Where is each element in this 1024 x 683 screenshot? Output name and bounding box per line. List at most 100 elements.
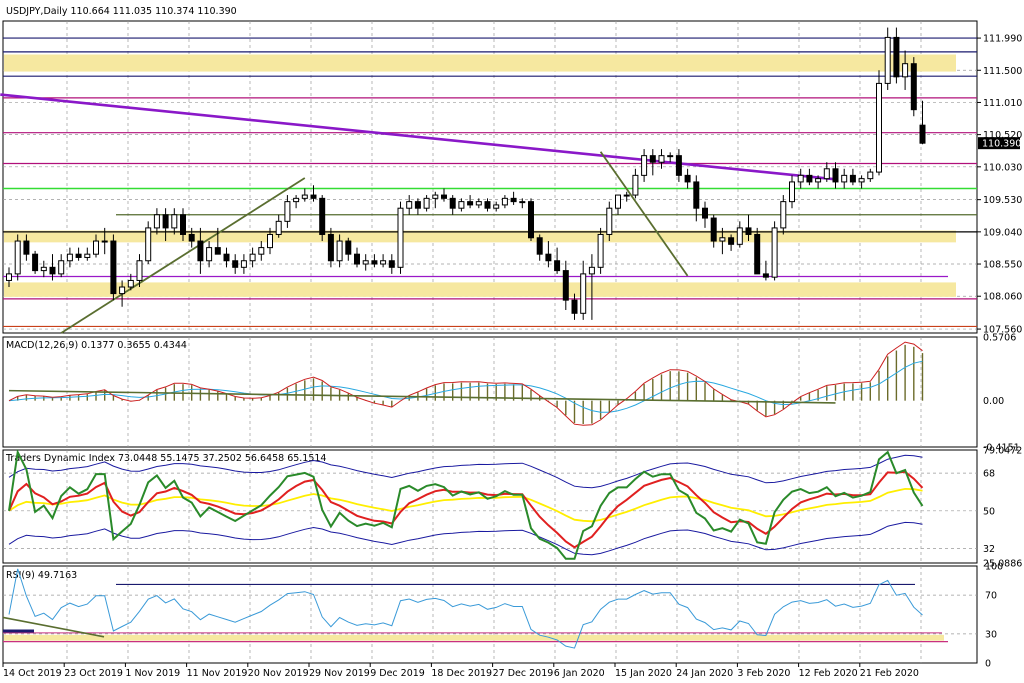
candle-body <box>188 233 195 242</box>
candle-body <box>867 171 874 180</box>
candle-body <box>536 237 543 255</box>
candle-body <box>910 63 917 111</box>
macd-title: MACD(12,26,9) 0.1377 0.3655 0.4344 <box>6 340 187 351</box>
candle-body <box>841 174 848 183</box>
candle-body <box>902 63 909 78</box>
candle-body <box>501 197 508 206</box>
candle-body <box>797 174 804 183</box>
candle-body <box>467 201 474 206</box>
date-tick-label: 14 Oct 2019 <box>3 668 62 679</box>
price-tick-label: 111.990 <box>983 34 1022 45</box>
candle-body <box>441 194 447 199</box>
date-tick-label: 11 Nov 2019 <box>187 668 248 679</box>
candle-body <box>110 240 117 295</box>
candle-body <box>397 207 404 268</box>
candle-body <box>815 178 822 183</box>
candle-body <box>771 227 778 278</box>
candle-body <box>736 227 743 245</box>
candle-body <box>249 253 256 262</box>
trading-chart: USDJPY,Daily 110.664 111.035 110.374 110… <box>0 0 1024 683</box>
candle-body <box>745 227 752 235</box>
price-tick-label: 108.060 <box>983 292 1022 303</box>
price-tick-label: 110.030 <box>983 162 1022 173</box>
date-tick-label: 23 Oct 2019 <box>64 668 123 679</box>
price-tick-label: 109.040 <box>983 227 1022 238</box>
candle-body <box>649 155 656 163</box>
support-resistance-zone <box>4 282 956 297</box>
candle-body <box>258 247 265 255</box>
rsi-zone <box>4 634 944 641</box>
candle-body <box>632 174 639 196</box>
candle-body <box>6 273 12 281</box>
candle-body <box>214 247 221 255</box>
candle-body <box>580 273 587 314</box>
candle-body <box>432 194 439 199</box>
candle-body <box>623 194 630 197</box>
candle-body <box>153 214 160 229</box>
candle-body <box>119 286 126 295</box>
date-tick-label: 20 Nov 2019 <box>248 668 309 679</box>
candle-body <box>667 155 674 158</box>
candle-body <box>449 197 456 209</box>
candle-body <box>780 201 787 229</box>
candle-body <box>388 260 395 268</box>
candle-body <box>310 194 317 199</box>
candle-body <box>658 155 665 163</box>
candle-body <box>849 174 856 183</box>
date-tick-label: 12 Feb 2020 <box>799 668 858 679</box>
price-tick-label: 111.500 <box>983 66 1022 77</box>
candle-body <box>206 247 213 262</box>
candle-body <box>319 197 326 235</box>
candle-body <box>93 240 99 255</box>
date-tick-label: 3 Feb 2020 <box>737 668 790 679</box>
candle-body <box>710 217 717 242</box>
date-tick-label: 15 Jan 2020 <box>615 668 672 679</box>
candle-body <box>49 266 56 275</box>
candle-body <box>354 253 360 265</box>
candle-body <box>806 174 813 183</box>
tdi-tick-label: 79.0472 <box>983 446 1022 457</box>
candle-body <box>484 201 491 209</box>
candle-body <box>423 197 430 209</box>
candle-body <box>275 220 282 235</box>
candle-body <box>136 260 143 281</box>
date-tick-label: 6 Jan 2020 <box>554 668 605 679</box>
date-tick-label: 21 Feb 2020 <box>860 668 919 679</box>
price-tick-label: 108.550 <box>983 260 1022 271</box>
candle-body <box>162 214 169 229</box>
candle-body <box>362 260 369 265</box>
candle-body <box>475 201 482 206</box>
chart-title: USDJPY,Daily 110.664 111.035 110.374 110… <box>6 6 237 17</box>
candle-body <box>876 82 882 173</box>
candle-body <box>588 266 595 275</box>
candle-body <box>232 260 239 268</box>
macd-tick-label: 0.00 <box>983 396 1004 407</box>
candle-body <box>562 270 569 301</box>
candle-body <box>675 155 682 176</box>
candle-body <box>762 273 769 278</box>
candle-body <box>145 227 152 262</box>
candle-body <box>919 124 926 144</box>
candle-body <box>284 201 291 222</box>
candle-body <box>180 214 186 235</box>
candle-body <box>84 253 91 258</box>
candle-body <box>40 266 47 272</box>
candle-body <box>615 194 621 209</box>
tdi-tick-label: 50 <box>983 506 995 517</box>
candle-body <box>75 253 82 258</box>
candle-body <box>23 240 30 255</box>
candle-body <box>406 201 413 209</box>
date-tick-label: 1 Nov 2019 <box>125 668 180 679</box>
candle-body <box>293 197 300 203</box>
candle-body <box>684 174 691 183</box>
candle-body <box>554 260 561 272</box>
candle-body <box>789 181 795 203</box>
date-tick-label: 18 Dec 2019 <box>431 668 492 679</box>
date-tick-label: 29 Nov 2019 <box>309 668 370 679</box>
candle-body <box>66 253 73 262</box>
candle-body <box>545 253 552 262</box>
price-tick-label: 111.010 <box>983 98 1022 109</box>
candle-body <box>754 233 761 275</box>
candle-body <box>510 197 517 203</box>
candle-body <box>893 36 900 78</box>
